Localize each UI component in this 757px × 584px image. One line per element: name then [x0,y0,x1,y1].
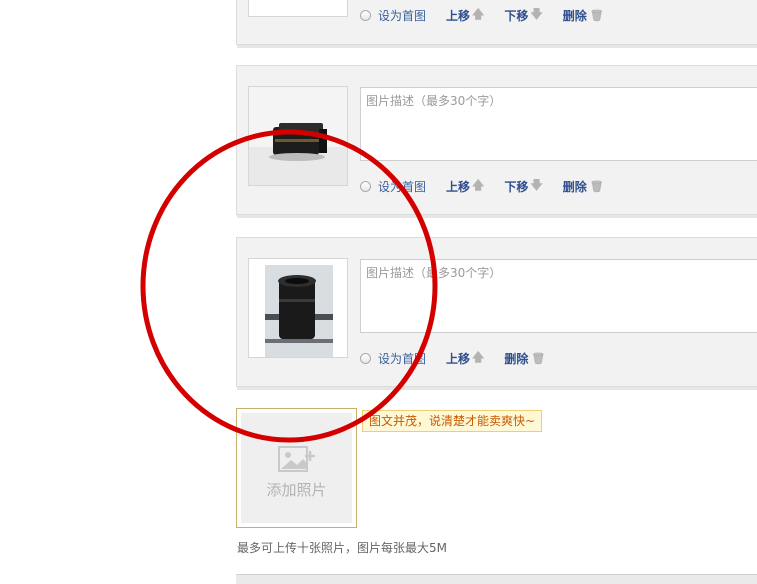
move-down-button-2[interactable]: 下移 🡇 [504,176,542,197]
delete-label-3: 删除 [504,351,529,366]
photo-thumbnail-1[interactable] [248,0,348,17]
move-up-button-2[interactable]: 上移 🡅 [446,176,484,197]
image-add-icon [278,446,315,472]
lens-photo-side [249,87,347,185]
photo-card-3: 图片描述（最多30个字） 设为首图 上移 🡅 删除 🗑 [236,237,757,390]
add-photo-box [241,413,352,523]
upload-limit-note: 最多可上传十张照片，图片每张最大5M [237,541,447,555]
delete-label-2: 删除 [562,179,587,194]
move-up-label-3: 上移 [446,351,471,366]
description-input-3[interactable]: 图片描述（最多30个字） [360,259,757,333]
set-cover-radio-2[interactable] [360,180,371,192]
description-input-2[interactable]: 图片描述（最多30个字） [360,87,757,161]
photo-card-1: 设为首图 上移 🡅 下移 🡇 删除 🗑 [236,0,757,48]
trash-icon: 🗑 [589,179,604,193]
arrow-down-icon: 🡇 [530,177,543,192]
add-photo-button[interactable]: 添加照片 [236,408,357,528]
move-up-button-1[interactable]: 上移 🡅 [446,5,484,26]
delete-button-1[interactable]: 删除 🗑 [563,7,604,24]
set-cover-label-1[interactable]: 设为首图 [378,7,426,24]
set-cover-radio-1[interactable] [360,9,371,21]
move-up-label-2: 上移 [446,179,471,194]
hint-tooltip: 图文并茂，说清楚才能卖爽快~ [362,410,543,432]
move-down-label-1: 下移 [504,8,529,23]
set-cover-label-3[interactable]: 设为首图 [378,350,426,367]
lens-photo-front [249,259,347,357]
photo-actions-2: 设为首图 上移 🡅 下移 🡇 删除 🗑 [360,177,604,195]
move-up-button-3[interactable]: 上移 🡅 [446,348,484,369]
move-down-button-1[interactable]: 下移 🡇 [504,5,542,26]
photo-actions-3: 设为首图 上移 🡅 删除 🗑 [360,349,545,367]
delete-button-3[interactable]: 删除 🗑 [504,350,545,367]
arrow-up-icon: 🡅 [472,349,485,364]
arrow-up-icon: 🡅 [472,6,485,21]
photo-actions-1: 设为首图 上移 🡅 下移 🡇 删除 🗑 [360,6,604,24]
photo-thumbnail-2[interactable] [248,86,348,186]
arrow-down-icon: 🡇 [530,6,543,21]
delete-button-2[interactable]: 删除 🗑 [563,178,604,195]
set-cover-label-2[interactable]: 设为首图 [378,178,426,195]
photo-thumbnail-3[interactable] [248,258,348,358]
move-down-label-2: 下移 [504,179,529,194]
arrow-up-icon: 🡅 [472,177,485,192]
next-section-strip [236,574,757,584]
add-photo-label: 添加照片 [266,481,327,499]
trash-icon: 🗑 [589,8,604,22]
delete-label-1: 删除 [562,8,587,23]
set-cover-radio-3[interactable] [360,352,371,364]
photo-card-2: 图片描述（最多30个字） 设为首图 上移 🡅 下移 🡇 删除 🗑 [236,65,757,218]
trash-icon: 🗑 [531,351,546,365]
move-up-label-1: 上移 [446,8,471,23]
